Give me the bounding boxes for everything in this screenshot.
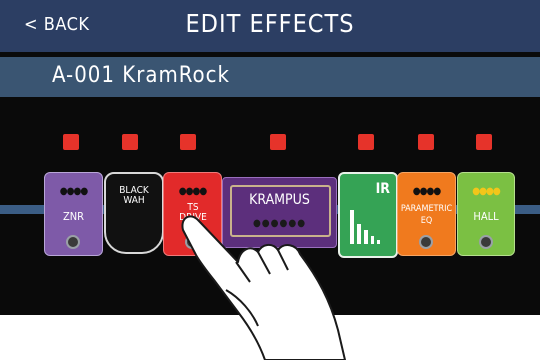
hand-tap-icon [181,215,346,360]
